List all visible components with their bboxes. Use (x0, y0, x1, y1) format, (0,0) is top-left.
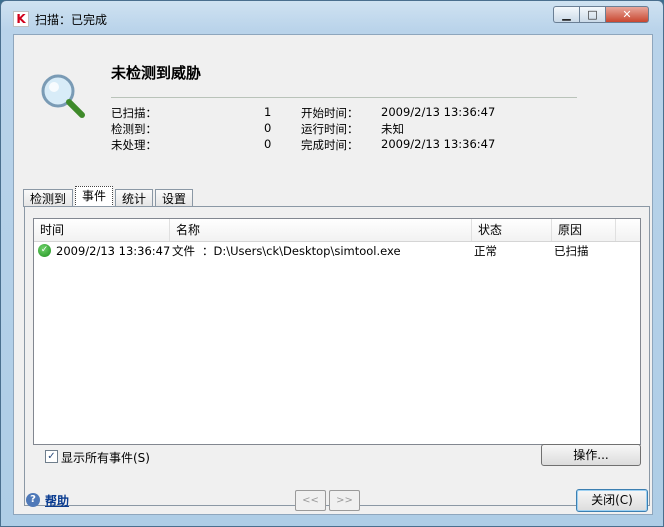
list-header: 时间 名称 状态 原因 (34, 219, 640, 242)
row-time: 2009/2/13 13:36:47 (56, 244, 171, 258)
title-bar[interactable]: K 扫描：已完成 ▁ □ ✕ (1, 1, 663, 35)
detected-label: 检测到： (111, 122, 157, 136)
row-path: ：D:\Users\ck\Desktop\simtool.exe (202, 244, 401, 258)
table-row[interactable]: ✓ 2009/2/13 13:36:47 文件 ：D:\Users\ck\Des… (34, 242, 640, 260)
tab-events[interactable]: 事件 (75, 186, 114, 207)
minimize-button[interactable]: ▁ (553, 6, 579, 23)
tab-detected[interactable]: 检测到 (23, 189, 74, 207)
unprocessed-value: 0 (264, 137, 272, 151)
scanned-label: 已扫描： (111, 106, 157, 120)
scanned-value: 1 (264, 105, 272, 119)
events-panel: 时间 名称 状态 原因 ✓ 2009/2/13 13:36:47 文件 ：D:\… (24, 206, 650, 506)
close-window-button[interactable]: ✕ (605, 6, 649, 23)
kaspersky-k-icon: K (13, 11, 29, 27)
tab-strip: 检测到 事件 统计 设置 (23, 185, 195, 207)
previous-button[interactable]: << (295, 490, 326, 511)
column-name[interactable]: 名称 (170, 219, 472, 241)
maximize-button[interactable]: □ (579, 6, 605, 23)
column-spacer (616, 219, 640, 241)
next-button[interactable]: >> (329, 490, 360, 511)
row-type: 文件 (172, 244, 195, 258)
start-time-label: 开始时间： (301, 106, 359, 120)
finish-time-value: 2009/2/13 13:36:47 (381, 137, 496, 151)
operations-button[interactable]: 操作... (541, 444, 641, 466)
close-button[interactable]: 关闭(C) (576, 489, 648, 512)
row-status: 正常 (474, 244, 497, 258)
column-status[interactable]: 状态 (472, 219, 552, 241)
dialog-body: 未检测到威胁 已扫描： 1 检测到： 0 未处理： 0 开始时间： 2009/2… (13, 34, 653, 515)
window-title: 扫描：已完成 (35, 13, 108, 27)
tab-statistics[interactable]: 统计 (115, 189, 154, 207)
runtime-label: 运行时间： (301, 122, 359, 136)
help-link[interactable]: 帮助 (45, 492, 69, 509)
check-circle-icon: ✓ (38, 244, 51, 257)
magnifier-icon (41, 74, 85, 118)
window-controls: ▁ □ ✕ (553, 6, 649, 24)
row-reason: 已扫描 (554, 244, 589, 258)
result-heading: 未检测到威胁 (111, 64, 202, 82)
unprocessed-label: 未处理： (111, 138, 157, 152)
events-list[interactable]: 时间 名称 状态 原因 ✓ 2009/2/13 13:36:47 文件 ：D:\… (33, 218, 641, 445)
question-icon[interactable]: ? (26, 493, 40, 507)
detected-value: 0 (264, 121, 272, 135)
app-window: K 扫描：已完成 ▁ □ ✕ 未检测到威胁 已扫描： 1 检测到： 0 未处理：… (0, 0, 664, 527)
divider (111, 97, 577, 98)
show-all-events-checkbox[interactable]: ✓ (45, 450, 58, 463)
column-time[interactable]: 时间 (34, 219, 170, 241)
column-reason[interactable]: 原因 (552, 219, 616, 241)
finish-time-label: 完成时间： (301, 138, 359, 152)
show-all-events-label[interactable]: 显示所有事件(S) (61, 449, 150, 466)
tab-settings[interactable]: 设置 (155, 189, 194, 207)
start-time-value: 2009/2/13 13:36:47 (381, 105, 496, 119)
runtime-value: 未知 (381, 122, 404, 136)
